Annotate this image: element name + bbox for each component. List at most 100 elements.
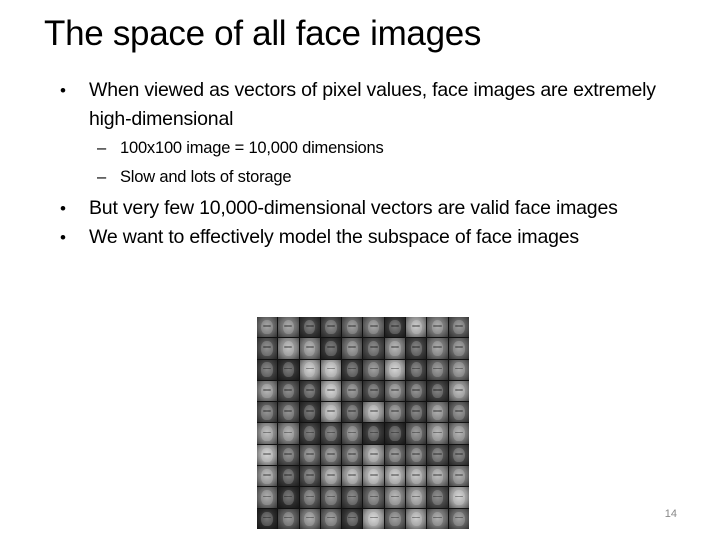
face-image <box>342 508 363 529</box>
face-image <box>448 359 469 380</box>
page-number: 14 <box>664 508 677 520</box>
face-image <box>257 338 278 359</box>
face-image <box>278 317 299 338</box>
face-image <box>299 423 320 444</box>
face-image <box>278 487 299 508</box>
face-image <box>342 487 363 508</box>
face-image <box>363 338 384 359</box>
face-image <box>278 444 299 466</box>
face-image <box>363 487 384 508</box>
face-image <box>299 338 320 359</box>
face-image <box>278 359 299 380</box>
face-image <box>427 444 448 466</box>
face-image <box>363 423 384 444</box>
face-image <box>320 423 342 444</box>
face-image <box>427 402 448 423</box>
face-image <box>363 444 384 466</box>
face-image <box>384 402 406 423</box>
face-image <box>427 423 448 444</box>
face-image <box>320 380 342 402</box>
face-image <box>278 338 299 359</box>
face-image <box>448 402 469 423</box>
face-image <box>448 466 469 487</box>
face-image <box>342 380 363 402</box>
face-image <box>299 444 320 466</box>
face-image <box>363 508 384 529</box>
face-image <box>448 444 469 466</box>
face-image <box>257 380 278 402</box>
face-image <box>257 317 278 338</box>
face-image <box>299 487 320 508</box>
face-image <box>384 487 406 508</box>
face-image <box>257 359 278 380</box>
face-image <box>406 359 427 380</box>
face-image <box>342 359 363 380</box>
face-image <box>299 359 320 380</box>
face-image <box>448 317 469 338</box>
face-image <box>406 487 427 508</box>
face-image <box>342 402 363 423</box>
face-image <box>406 317 427 338</box>
face-image <box>257 423 278 444</box>
face-image <box>427 487 448 508</box>
face-image <box>278 466 299 487</box>
bullet-text: When viewed as vectors of pixel values, … <box>89 79 656 130</box>
bullet-icon: • <box>60 199 66 218</box>
face-image <box>427 359 448 380</box>
sub-bullet-item: – Slow and lots of storage <box>60 163 700 192</box>
face-image <box>406 466 427 487</box>
face-image <box>278 380 299 402</box>
face-image <box>363 402 384 423</box>
face-image <box>299 508 320 529</box>
face-image <box>257 402 278 423</box>
bullet-text: We want to effectively model the subspac… <box>89 226 579 248</box>
face-image <box>406 402 427 423</box>
face-image <box>342 423 363 444</box>
face-image <box>320 402 342 423</box>
face-image <box>448 380 469 402</box>
face-image <box>278 423 299 444</box>
face-image <box>299 317 320 338</box>
face-image <box>342 466 363 487</box>
face-image <box>448 508 469 529</box>
dash-icon: – <box>97 139 106 157</box>
slide-title: The space of all face images <box>44 14 482 53</box>
face-image <box>448 423 469 444</box>
face-image <box>320 508 342 529</box>
face-image <box>363 466 384 487</box>
face-image <box>448 338 469 359</box>
face-image <box>320 444 342 466</box>
face-image <box>448 487 469 508</box>
face-image <box>427 380 448 402</box>
face-image <box>257 466 278 487</box>
face-image <box>363 317 384 338</box>
face-image <box>384 423 406 444</box>
sub-bullet-text: 100x100 image = 10,000 dimensions <box>120 139 384 157</box>
face-image <box>427 317 448 338</box>
face-image <box>363 380 384 402</box>
face-image <box>384 466 406 487</box>
bullet-text: But very few 10,000-dimensional vectors … <box>89 197 618 219</box>
face-image <box>427 508 448 529</box>
face-image <box>320 359 342 380</box>
bullet-list: • When viewed as vectors of pixel values… <box>60 76 700 252</box>
face-image <box>278 402 299 423</box>
face-image <box>299 466 320 487</box>
sub-bullet-text: Slow and lots of storage <box>120 168 292 186</box>
face-image <box>257 487 278 508</box>
face-image-grid <box>257 317 469 529</box>
face-image <box>257 444 278 466</box>
face-image <box>363 359 384 380</box>
bullet-icon: • <box>60 228 66 247</box>
face-image <box>299 380 320 402</box>
face-image <box>342 338 363 359</box>
bullet-item: • When viewed as vectors of pixel values… <box>60 76 700 134</box>
bullet-icon: • <box>60 81 66 100</box>
face-image <box>427 338 448 359</box>
face-image <box>384 444 406 466</box>
face-image <box>320 338 342 359</box>
dash-icon: – <box>97 168 106 186</box>
face-image <box>406 444 427 466</box>
face-image <box>384 380 406 402</box>
face-image <box>406 423 427 444</box>
